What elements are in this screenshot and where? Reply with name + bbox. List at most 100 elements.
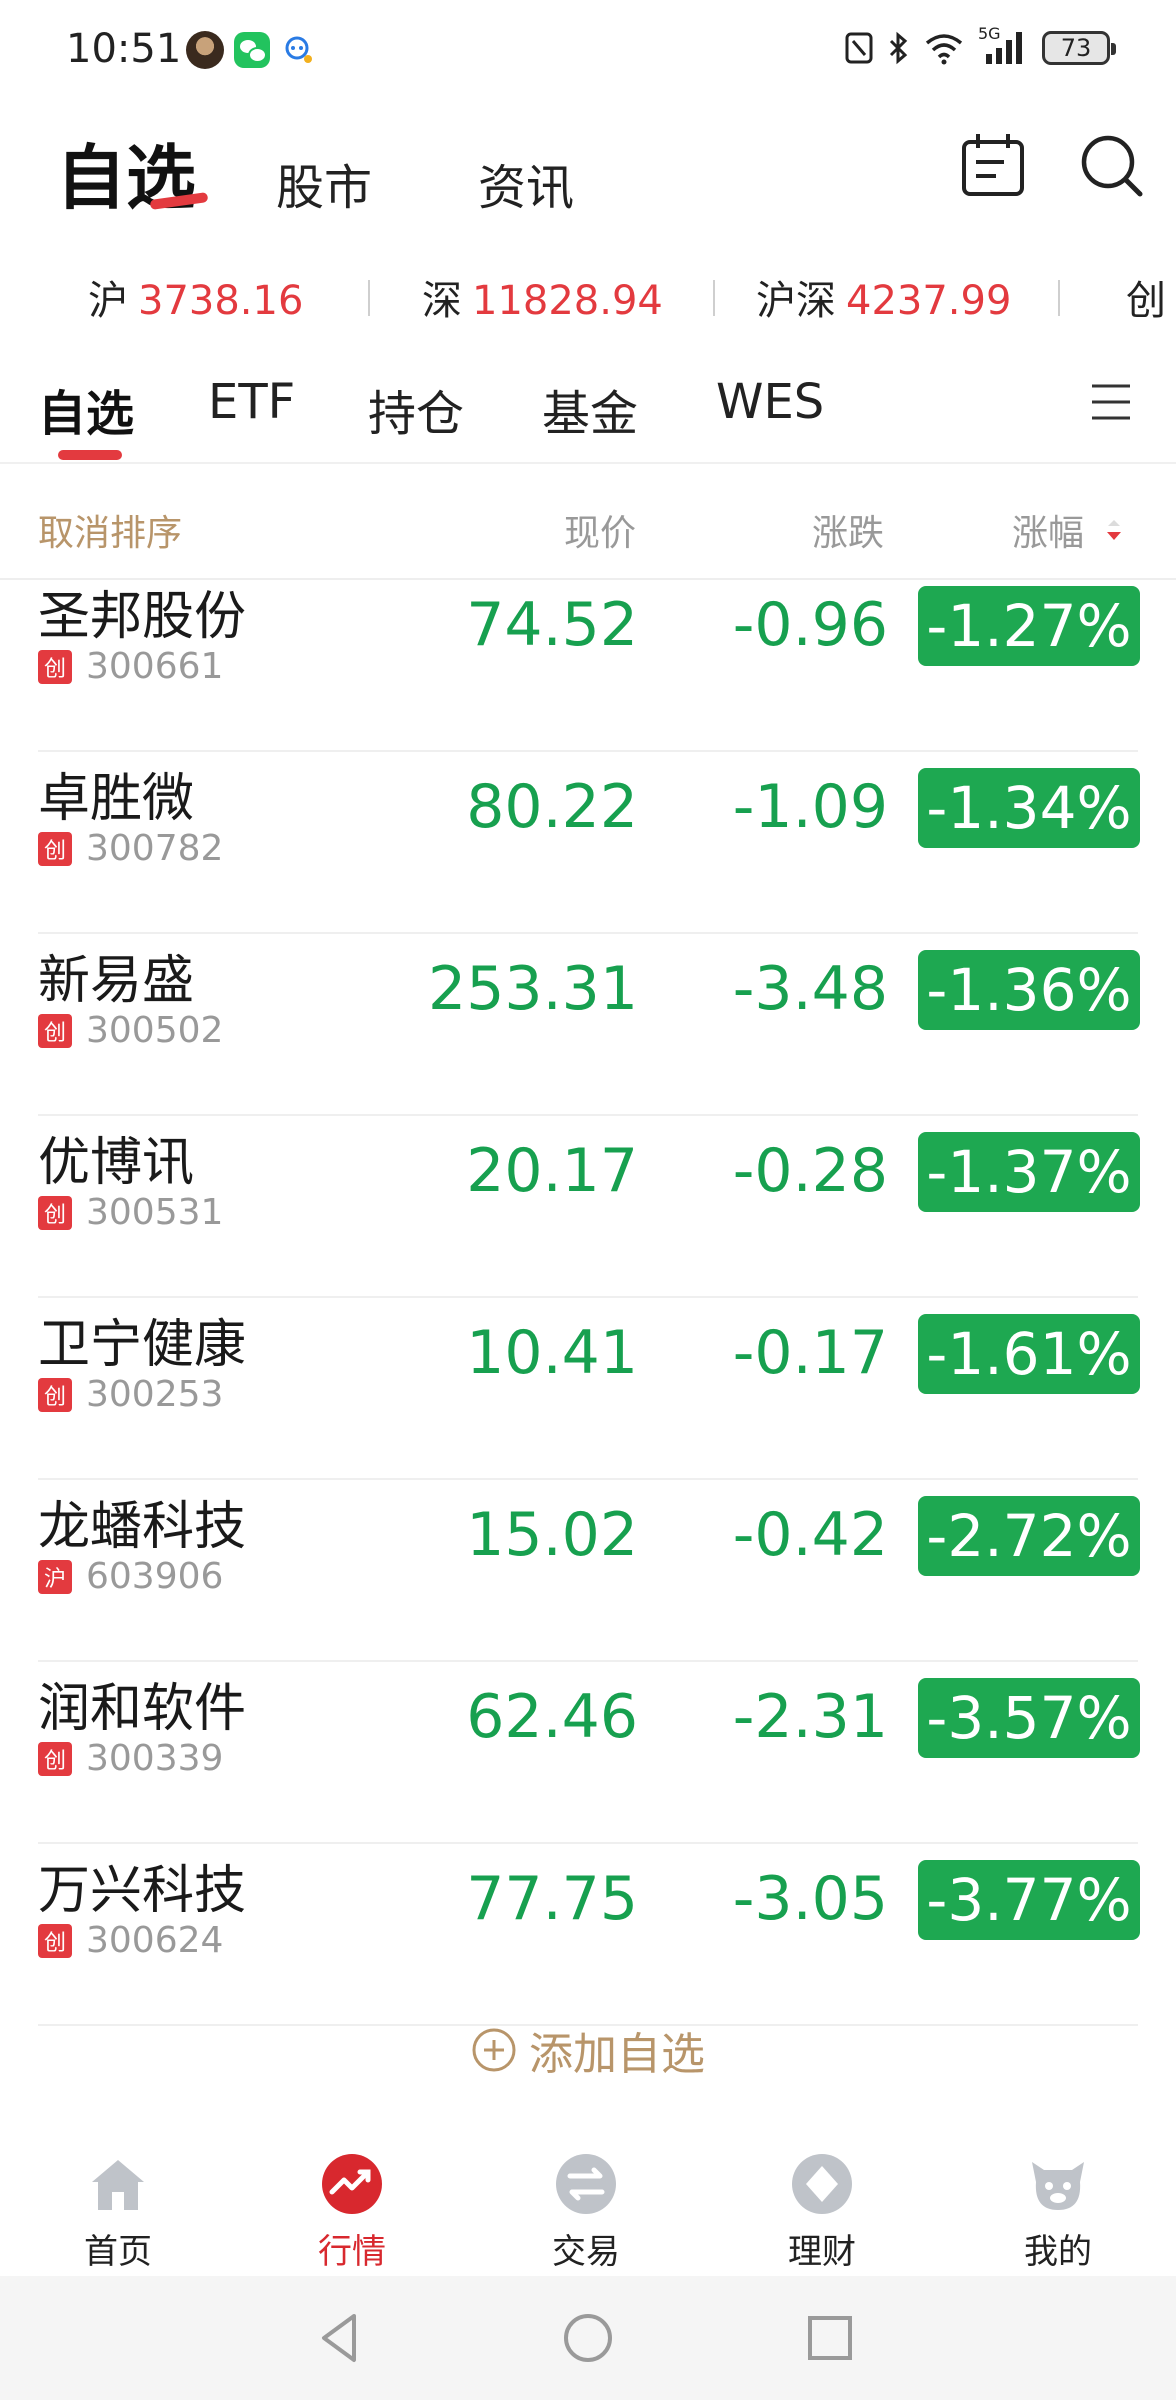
tab-wes[interactable]: WES [716, 374, 824, 430]
status-right: 5G 73 [844, 24, 1116, 66]
tab-watchlist[interactable]: 自选 [38, 374, 134, 444]
nav-wealth[interactable]: 理财 [740, 2152, 900, 2272]
ticker-divider [368, 280, 370, 316]
system-nav-bar [0, 2276, 1176, 2400]
signal-icon: 5G [978, 24, 1028, 66]
column-percent[interactable]: 涨幅 [1012, 504, 1084, 556]
index-ticker[interactable]: 沪 3738.16 深 11828.94 沪深 4237.99 创 [0, 258, 1176, 332]
stock-percent-badge[interactable]: -1.36% [918, 950, 1140, 1030]
market-badge: 创 [38, 650, 72, 684]
stock-code: 300253 [86, 1374, 224, 1415]
stock-change: -0.28 [732, 1136, 888, 1206]
market-badge: 创 [38, 1378, 72, 1412]
index-item[interactable]: 创 [1126, 268, 1176, 326]
stock-name: 圣邦股份 [38, 587, 247, 647]
category-tabs: 自选 ETF 持仓 基金 WES [0, 360, 1176, 460]
nav-market[interactable]: 行情 [270, 2152, 430, 2272]
wifi-icon [925, 34, 963, 65]
stock-price: 10.41 [466, 1318, 638, 1388]
stock-row[interactable]: 优博讯创 300531 20.17 -0.28 -1.37% [0, 1116, 1176, 1298]
stock-row[interactable]: 卓胜微创 300782 80.22 -1.09 -1.34% [0, 752, 1176, 934]
tab-etf[interactable]: ETF [208, 374, 295, 430]
stock-change: -2.31 [732, 1682, 888, 1752]
column-change[interactable]: 涨跌 [812, 504, 884, 556]
stock-change: -3.48 [732, 954, 888, 1024]
stock-percent-badge[interactable]: -1.34% [918, 768, 1140, 848]
battery-indicator: 73 [1042, 31, 1116, 65]
stock-price: 62.46 [466, 1682, 638, 1752]
recent-apps-icon[interactable] [800, 2308, 860, 2368]
cancel-sort-button[interactable]: 取消排序 [38, 504, 182, 556]
stock-row[interactable]: 润和软件创 300339 62.46 -2.31 -3.57% [0, 1662, 1176, 1844]
nav-profile[interactable]: 我的 [976, 2152, 1136, 2272]
stock-price: 15.02 [466, 1500, 638, 1570]
home-circle-icon[interactable] [558, 2308, 618, 2368]
stock-code: 300339 [86, 1738, 224, 1779]
stock-name: 优博讯 [38, 1133, 195, 1193]
stock-change: -0.42 [732, 1500, 888, 1570]
market-badge: 创 [38, 1924, 72, 1958]
avatar-notification-icon [186, 31, 224, 69]
stock-price: 253.31 [428, 954, 638, 1024]
back-icon[interactable] [310, 2308, 370, 2368]
stock-name: 万兴科技 [38, 1861, 247, 1921]
stock-name: 卓胜微 [38, 769, 195, 829]
stock-price: 20.17 [466, 1136, 638, 1206]
stock-percent-badge[interactable]: -1.61% [918, 1314, 1140, 1394]
market-icon [322, 2154, 382, 2214]
stock-change: -0.17 [732, 1318, 888, 1388]
message-notification-icon [285, 36, 312, 63]
tab-holdings[interactable]: 持仓 [368, 374, 464, 444]
stock-price: 77.75 [466, 1864, 638, 1934]
stock-code: 300531 [86, 1192, 224, 1233]
search-icon[interactable] [1076, 130, 1146, 200]
stock-row[interactable]: 卫宁健康创 300253 10.41 -0.17 -1.61% [0, 1298, 1176, 1480]
sort-desc-icon [1107, 520, 1121, 540]
index-item[interactable]: 深 11828.94 [422, 268, 663, 326]
add-watchlist-label: 添加自选 [529, 2029, 705, 2080]
page-title[interactable]: 自选 [56, 122, 196, 223]
ticker-divider [1058, 280, 1060, 316]
market-badge: 创 [38, 1196, 72, 1230]
stock-change: -3.05 [732, 1864, 888, 1934]
market-badge: 创 [38, 832, 72, 866]
nfc-icon [845, 32, 873, 64]
add-watchlist-button[interactable]: 添加自选 [0, 2000, 1176, 2100]
menu-icon[interactable] [1090, 380, 1132, 424]
stock-percent-badge[interactable]: -3.57% [918, 1678, 1140, 1758]
app-header: 自选 股市 资讯 [0, 100, 1176, 240]
stock-row[interactable]: 新易盛创 300502 253.31 -3.48 -1.36% [0, 934, 1176, 1116]
index-item[interactable]: 沪 3738.16 [88, 268, 303, 326]
ticker-divider [713, 280, 715, 316]
nav-home[interactable]: 首页 [36, 2152, 196, 2272]
stock-code: 300661 [86, 646, 224, 687]
stock-price: 74.52 [466, 590, 638, 660]
divider [0, 462, 1176, 464]
trade-icon [556, 2154, 616, 2214]
index-item[interactable]: 沪深 4237.99 [756, 268, 1011, 326]
plus-circle-icon [472, 2028, 516, 2072]
bottom-nav: 首页 行情 交易 理财 我的 [0, 2130, 1176, 2276]
status-time: 10:51 [66, 26, 182, 72]
stock-percent-badge[interactable]: -3.77% [918, 1860, 1140, 1940]
tab-news[interactable]: 资讯 [478, 148, 574, 218]
stock-percent-badge[interactable]: -2.72% [918, 1496, 1140, 1576]
stock-name: 润和软件 [38, 1679, 247, 1739]
stock-name: 新易盛 [38, 951, 195, 1011]
tab-stock-market[interactable]: 股市 [276, 148, 372, 218]
status-bar: 10:51 5G 73 [0, 0, 1176, 100]
market-badge: 创 [38, 1742, 72, 1776]
stock-percent-badge[interactable]: -1.27% [918, 586, 1140, 666]
wealth-icon [792, 2154, 852, 2214]
stock-percent-badge[interactable]: -1.37% [918, 1132, 1140, 1212]
calendar-icon[interactable] [958, 130, 1028, 200]
stock-row[interactable]: 圣邦股份创 300661 74.52 -0.96 -1.27% [0, 570, 1176, 752]
stock-row[interactable]: 龙蟠科技沪 603906 15.02 -0.42 -2.72% [0, 1480, 1176, 1662]
stock-code: 300782 [86, 828, 224, 869]
nav-trade[interactable]: 交易 [504, 2152, 664, 2272]
tab-funds[interactable]: 基金 [542, 374, 638, 444]
stock-row[interactable]: 万兴科技创 300624 77.75 -3.05 -3.77% [0, 1844, 1176, 2026]
stock-name: 龙蟠科技 [38, 1497, 247, 1557]
column-price[interactable]: 现价 [564, 504, 636, 556]
stock-change: -0.96 [732, 590, 888, 660]
